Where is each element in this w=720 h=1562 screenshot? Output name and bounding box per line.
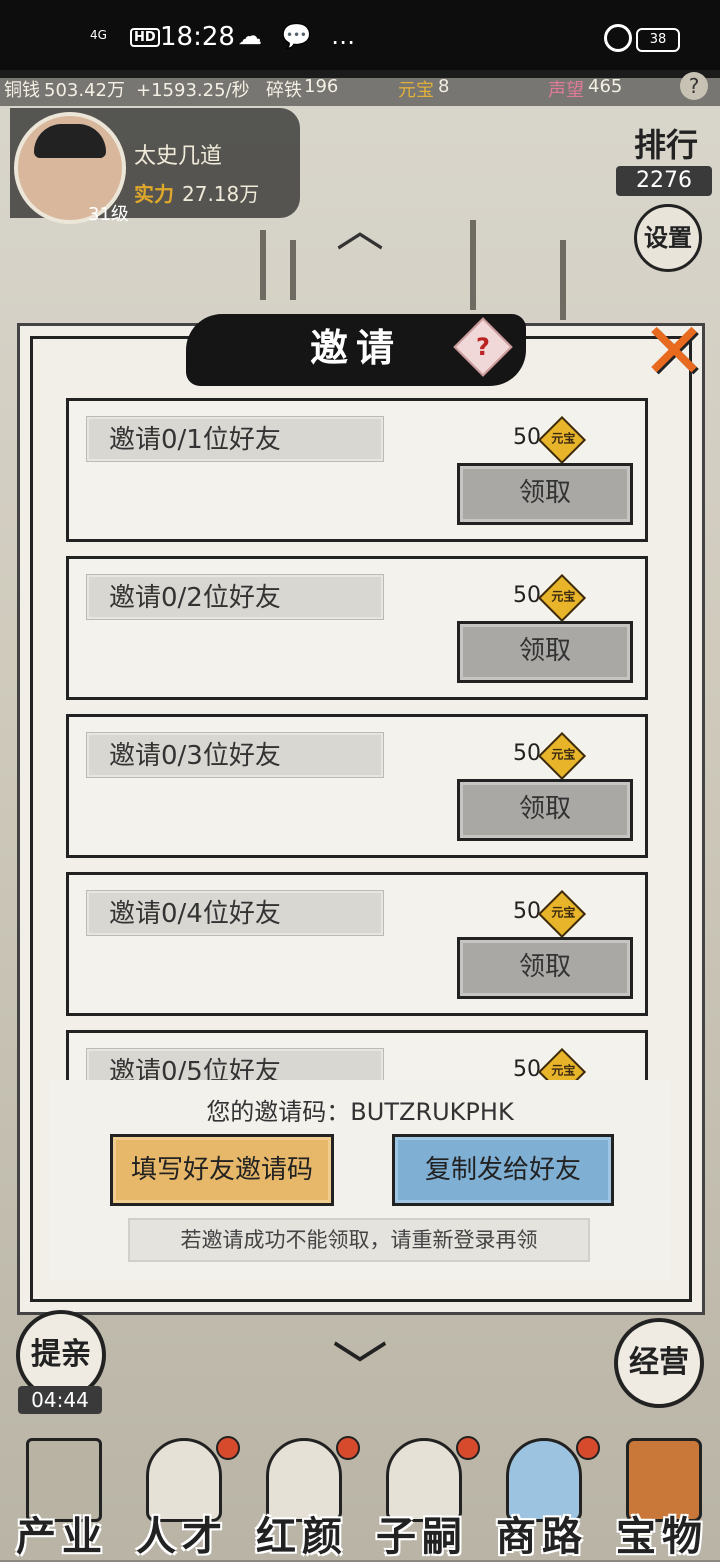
invite-task-list[interactable]: 邀请0/1位好友 50 元宝 领取 邀请0/2位好友 50 元宝 领取 邀请0/… [66, 398, 654, 1080]
invite-task-row: 邀请0/2位好友 50 元宝 领取 [66, 556, 648, 700]
ingot-icon-text: 元宝 [551, 747, 576, 762]
ingot-icon: 元宝 [537, 415, 587, 465]
reward-amount: 50 [513, 741, 541, 766]
status-bar: 4G HD 18:28 ☁ 💬 … 38 [0, 0, 720, 78]
nav-label: 商路 [496, 1514, 588, 1560]
ingot-icon: 元宝 [537, 889, 587, 939]
ingot-icon-text: 元宝 [551, 905, 576, 920]
ingot-label: 元宝 [398, 80, 434, 101]
resource-bar: 铜钱 503.42万 +1593.25/秒 碎铁 196 元宝 8 声望 465 [0, 70, 720, 106]
notification-dot [576, 1436, 600, 1460]
claim-button[interactable]: 领取 [457, 463, 633, 525]
invite-task-row: 邀请0/5位好友 50 元宝 领取 [66, 1030, 648, 1080]
ingot-icon-text: 元宝 [551, 431, 576, 446]
nav-label: 子嗣 [376, 1514, 468, 1560]
ingot-icon-text: 元宝 [551, 1063, 576, 1078]
bamboo-decoration [560, 240, 566, 320]
nav-label: 宝物 [616, 1514, 708, 1560]
reward-amount: 50 [513, 1057, 541, 1080]
notification-icons: ☁ 💬 … [238, 22, 362, 50]
copper-value: 503.42万 [44, 80, 125, 101]
bottom-nav: 产业 人才 红颜 子嗣 商路 宝物 [0, 1432, 720, 1560]
power-value: 27.18万 [182, 182, 260, 206]
reward-amount: 50 [513, 425, 541, 450]
task-label: 邀请0/5位好友 [87, 1049, 383, 1080]
iron-label: 碎铁 [266, 80, 302, 101]
alarm-icon [604, 24, 632, 52]
ingot-icon-text: 元宝 [551, 589, 576, 604]
claim-button[interactable]: 领取 [457, 779, 633, 841]
invite-task-row: 邀请0/4位好友 50 元宝 领取 [66, 872, 648, 1016]
nav-beauty[interactable]: 红颜 [240, 1432, 360, 1560]
power-label: 实力 [134, 182, 174, 206]
clock: 18:28 [160, 22, 235, 52]
close-icon[interactable]: ✕ [636, 313, 712, 391]
task-label: 邀请0/2位好友 [87, 575, 383, 619]
question-mark: ? [476, 333, 490, 361]
player-level: 31级 [88, 204, 129, 225]
rank-value: 2276 [616, 166, 712, 196]
notification-dot [456, 1436, 480, 1460]
bamboo-decoration [290, 240, 296, 300]
player-name: 太史几道 [134, 144, 223, 169]
ingot-icon: 元宝 [537, 573, 587, 623]
bamboo-decoration [260, 230, 266, 300]
task-label: 邀请0/3位好友 [87, 733, 383, 777]
chevron-down-icon[interactable]: ﹀ [322, 1340, 398, 1400]
claim-button[interactable]: 领取 [457, 937, 633, 999]
nav-industry[interactable]: 产业 [0, 1432, 120, 1560]
operate-button[interactable]: 经营 [614, 1318, 704, 1408]
settings-button[interactable]: 设置 [634, 204, 702, 272]
fill-invite-code-button[interactable]: 填写好友邀请码 [110, 1134, 334, 1206]
nav-label: 红颜 [256, 1514, 348, 1560]
nav-treasure[interactable]: 宝物 [600, 1432, 720, 1560]
battery-icon: 38 [636, 28, 680, 52]
copy-invite-code-button[interactable]: 复制发给好友 [392, 1134, 614, 1206]
task-label: 邀请0/4位好友 [87, 891, 383, 935]
bamboo-decoration [470, 220, 476, 310]
hd-indicator: HD [130, 28, 160, 47]
nav-label: 产业 [16, 1514, 108, 1560]
nav-child[interactable]: 子嗣 [360, 1432, 480, 1560]
invite-task-row: 邀请0/3位好友 50 元宝 领取 [66, 714, 648, 858]
copper-label: 铜钱 [4, 80, 40, 101]
invite-code: 您的邀请码：BUTZRUKPHK [206, 1098, 514, 1126]
propose-timer: 04:44 [18, 1386, 102, 1414]
help-icon[interactable]: ? [680, 72, 708, 100]
notification-dot [336, 1436, 360, 1460]
nav-talent[interactable]: 人才 [120, 1432, 240, 1560]
chevron-up-icon[interactable]: ︿ [328, 206, 392, 254]
nav-label: 人才 [136, 1514, 228, 1560]
income-value: +1593.25/秒 [136, 80, 250, 101]
task-label: 邀请0/1位好友 [87, 417, 383, 461]
notification-dot [216, 1436, 240, 1460]
fame-value: 465 [588, 76, 623, 97]
avatar-hair [34, 124, 106, 158]
invite-task-row: 邀请0/1位好友 50 元宝 领取 [66, 398, 648, 542]
iron-value: 196 [304, 76, 339, 97]
claim-button[interactable]: 领取 [457, 621, 633, 683]
network-indicator: 4G [90, 28, 107, 42]
invite-notice: 若邀请成功不能领取，请重新登录再领 [128, 1218, 590, 1262]
nav-trade[interactable]: 商路 [480, 1432, 600, 1560]
ingot-icon: 元宝 [537, 1047, 587, 1080]
ingot-value: 8 [438, 76, 450, 97]
fame-label: 声望 [548, 80, 584, 101]
ingot-icon: 元宝 [537, 731, 587, 781]
reward-amount: 50 [513, 583, 541, 608]
reward-amount: 50 [513, 899, 541, 924]
